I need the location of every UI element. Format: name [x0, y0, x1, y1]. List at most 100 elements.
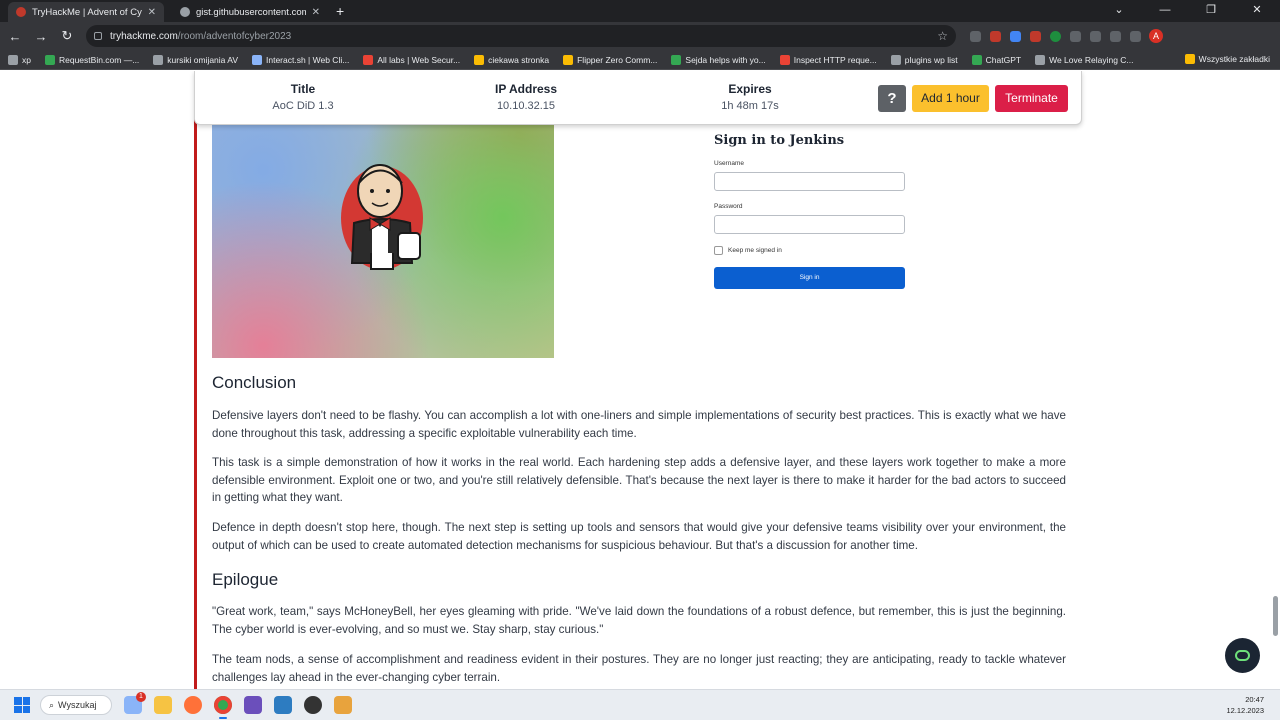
epilogue-paragraph: "Great work, team," says McHoneyBell, he…: [212, 605, 1066, 636]
restore-icon[interactable]: ❐: [1188, 0, 1234, 22]
browser-toolbar: ← → ↻ tryhackme.com/room/adventofcyber20…: [0, 22, 1280, 50]
bookmark-item[interactable]: We Love Relaying C...: [1035, 54, 1134, 65]
username-label: Username: [714, 160, 744, 167]
extensions-area: [970, 30, 1141, 42]
clock-date: 12.12.2023: [1226, 706, 1264, 715]
globe-favicon-icon: [180, 7, 190, 17]
terminate-button[interactable]: Terminate: [995, 85, 1068, 112]
url-text: tryhackme.com/room/adventofcyber2023: [110, 31, 291, 42]
close-tab-icon[interactable]: ✕: [148, 7, 156, 18]
password-label: Password: [714, 203, 743, 210]
burp-suite-icon[interactable]: [334, 696, 352, 714]
profile-avatar[interactable]: A: [1149, 29, 1163, 43]
bookmark-item[interactable]: RequestBin.com —...: [44, 54, 139, 65]
download-icon[interactable]: [1130, 30, 1141, 42]
close-tab-icon[interactable]: ✕: [312, 7, 320, 18]
jenkins-login-form: Sign in to Jenkins Username Password Kee…: [714, 133, 906, 289]
all-bookmarks-folder[interactable]: Wszystkie zakładki: [1184, 54, 1270, 64]
tab-tryhackme[interactable]: TryHackMe | Advent of Cyber 20... ✕: [8, 2, 164, 22]
windows-taskbar: ⌕ Wyszukaj 1 20:47 12.12.2023: [0, 689, 1280, 720]
globe-icon: [8, 54, 18, 65]
windows-start-icon[interactable]: [14, 697, 30, 713]
tab-gist[interactable]: gist.githubusercontent.com/fro... ✕: [172, 2, 328, 22]
bookmark-item[interactable]: Inspect HTTP reque...: [779, 54, 877, 65]
username-input[interactable]: [714, 172, 905, 191]
extension-icon[interactable]: [1010, 30, 1021, 42]
machine-expires-label: Expires: [728, 82, 772, 96]
password-input[interactable]: [714, 215, 905, 234]
epilogue-paragraph: The team nods, a sense of accomplishment…: [212, 653, 1066, 684]
file-explorer-icon[interactable]: [154, 696, 172, 714]
system-clock[interactable]: 20:47 12.12.2023: [1226, 694, 1264, 716]
conclusion-paragraph: Defensive layers don't need to be flashy…: [212, 409, 1066, 440]
tryhackme-favicon-icon: [16, 7, 26, 17]
keep-signed-in-checkbox[interactable]: Keep me signed in: [714, 246, 906, 255]
conclusion-heading: Conclusion: [212, 373, 297, 392]
bookmark-item[interactable]: xp: [8, 54, 31, 65]
minimize-icon[interactable]: —: [1142, 0, 1188, 22]
search-icon: ⌕: [49, 699, 55, 710]
keep-signed-in-label: Keep me signed in: [728, 247, 782, 254]
bookmark-favicon-icon: [971, 54, 982, 65]
bookmark-favicon-icon: [563, 54, 574, 65]
bookmark-item[interactable]: plugins wp list: [890, 54, 958, 65]
address-bar[interactable]: tryhackme.com/room/adventofcyber2023 ☆: [86, 25, 956, 47]
machine-title-label: Title: [290, 82, 316, 96]
browser-tab-strip: TryHackMe | Advent of Cyber 20... ✕ gist…: [0, 0, 1280, 22]
bookmark-favicon-icon: [671, 54, 682, 65]
terminal-app-icon[interactable]: [244, 696, 262, 714]
extension-icon[interactable]: [1050, 30, 1061, 42]
help-button[interactable]: ?: [878, 85, 906, 112]
vscode-icon[interactable]: [274, 696, 292, 714]
playlist-icon[interactable]: [1090, 30, 1101, 42]
bookmark-item[interactable]: ciekawa stronka: [474, 54, 549, 65]
url-host: tryhackme.com: [110, 30, 178, 42]
puzzle-icon[interactable]: [1070, 30, 1081, 42]
bookmark-favicon-icon: [153, 54, 164, 65]
chat-icon: [1235, 650, 1250, 661]
machine-title-value: AoC DiD 1.3: [272, 100, 334, 112]
page-scrollbar[interactable]: [1273, 596, 1278, 636]
forward-icon[interactable]: →: [30, 29, 52, 44]
bookmark-item[interactable]: Interact.sh | Web Cli...: [252, 54, 349, 65]
notification-badge: 1: [136, 692, 146, 702]
clock-time: 20:47: [1245, 695, 1264, 704]
bookmark-favicon-icon: [363, 54, 374, 65]
add-hour-button[interactable]: Add 1 hour: [912, 85, 989, 112]
jenkins-screenshot-image: [212, 123, 554, 358]
firefox-icon[interactable]: [184, 696, 202, 714]
bookmark-item[interactable]: Sejda helps with yo...: [671, 54, 766, 65]
bookmark-item[interactable]: Flipper Zero Comm...: [563, 54, 657, 65]
bookmark-item[interactable]: ChatGPT: [971, 54, 1021, 65]
close-window-icon[interactable]: ✕: [1234, 0, 1280, 22]
back-icon[interactable]: ←: [4, 29, 26, 44]
checkbox-icon[interactable]: [714, 246, 723, 255]
jenkins-form-title: Sign in to Jenkins: [714, 133, 845, 148]
machine-expires-value: 1h 48m 17s: [721, 100, 779, 112]
app-icon[interactable]: [304, 696, 322, 714]
machine-ip-label: IP Address: [494, 82, 558, 96]
new-tab-icon[interactable]: +: [336, 3, 344, 19]
bookmark-star-icon[interactable]: ☆: [937, 29, 948, 43]
chevron-down-icon[interactable]: ⌄: [1096, 0, 1142, 22]
bookmark-favicon-icon: [252, 54, 262, 65]
extension-icon[interactable]: [1030, 30, 1041, 42]
weather-widget-icon[interactable]: 1: [124, 692, 146, 714]
folder-icon: [1184, 54, 1195, 64]
window-controls: ⌄ — ❐ ✕: [1096, 0, 1280, 22]
sign-in-button[interactable]: Sign in: [714, 267, 905, 289]
conclusion-paragraph: Defence in depth doesn't stop here, thou…: [212, 521, 1066, 552]
extension-icon[interactable]: [990, 30, 1001, 42]
chrome-icon[interactable]: [214, 696, 232, 719]
bookmark-item[interactable]: All labs | Web Secur...: [363, 54, 460, 65]
sidepanel-icon[interactable]: [1110, 30, 1121, 42]
machine-expires: Expires 1h 48m 17s: [699, 82, 801, 112]
bookmark-item[interactable]: kursiki omijania AV: [153, 54, 238, 65]
taskbar-search[interactable]: ⌕ Wyszukaj: [40, 695, 112, 715]
extension-icon[interactable]: [970, 30, 981, 42]
bookmark-favicon-icon: [779, 54, 790, 65]
chat-button[interactable]: [1225, 638, 1260, 673]
machine-info-bar: Title AoC DiD 1.3 IP Address 10.10.32.15…: [194, 71, 1082, 125]
epilogue-heading: Epilogue: [212, 570, 279, 589]
reload-icon[interactable]: ↻: [56, 28, 78, 44]
